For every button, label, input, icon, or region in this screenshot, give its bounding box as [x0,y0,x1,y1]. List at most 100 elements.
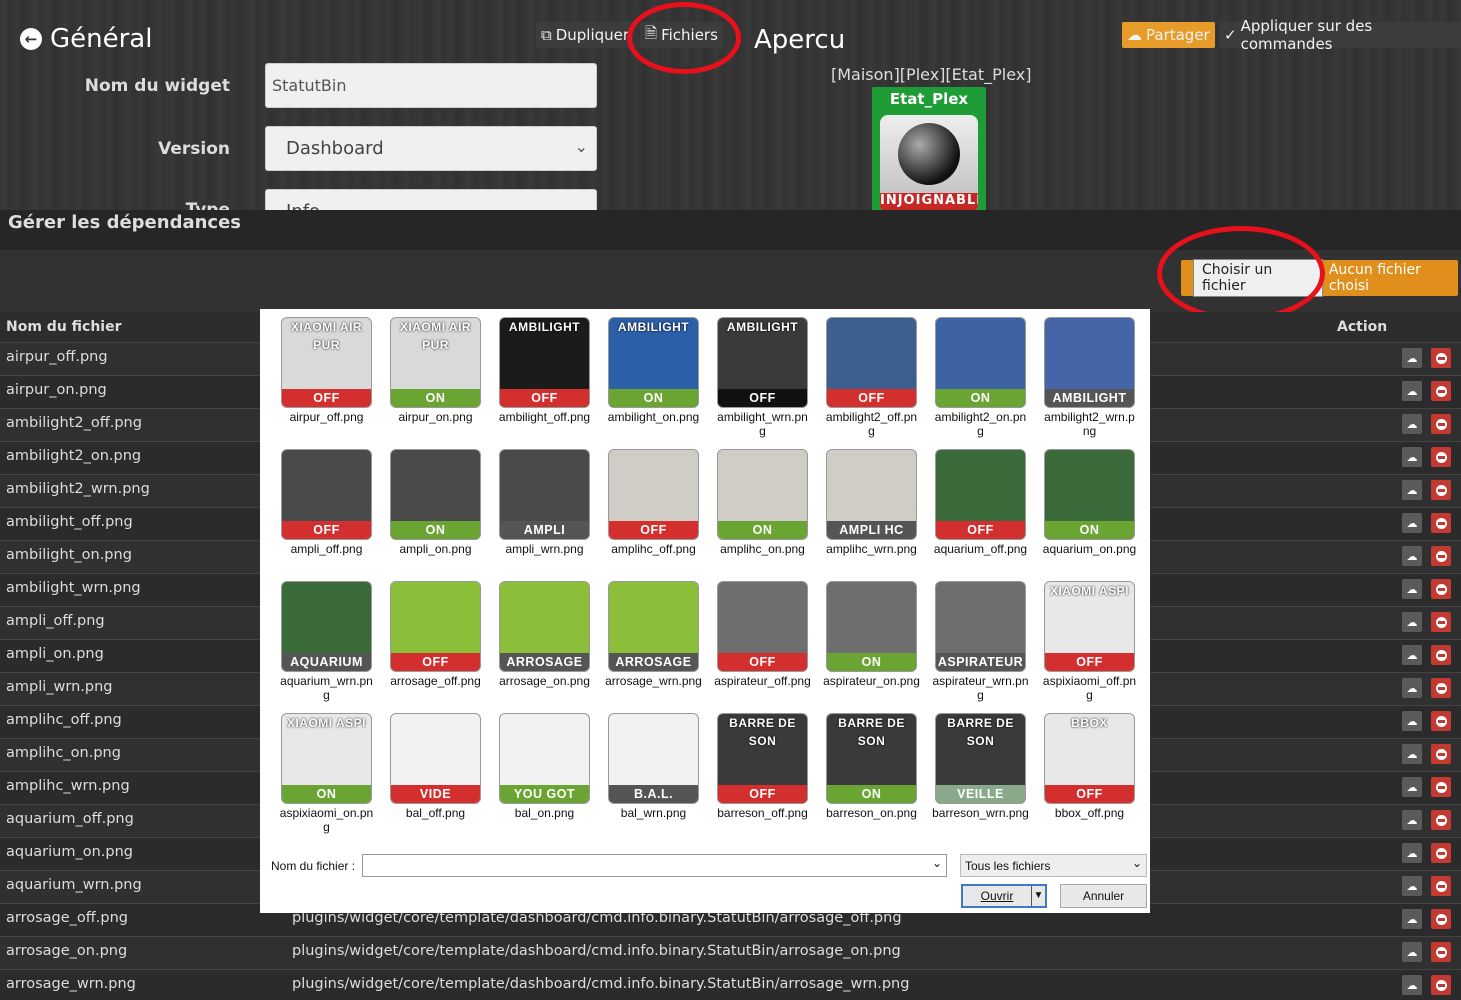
file-thumbnail[interactable]: AMPLI HC amplihc_wrn.png [823,447,932,579]
file-thumbnail[interactable]: B.A.L. bal_wrn.png [605,711,714,843]
file-thumbnail[interactable]: OFF arrosage_off.png [387,579,496,711]
file-thumbnail[interactable]: XIAOMI AIR PUR ON airpur_on.png [387,315,496,447]
file-thumbnail[interactable]: OFF ambilight2_off.png [823,315,932,447]
back-button[interactable]: ← Général [20,24,152,54]
file-label: amplihc_off.png [611,542,696,556]
cloud-download-icon[interactable]: ☁ [1402,645,1422,665]
remove-icon[interactable] [1431,843,1451,863]
duplicate-button[interactable]: ⧉ Dupliquer [536,22,635,48]
remove-icon[interactable] [1431,810,1451,830]
filename-input[interactable] [362,854,947,877]
duplicate-label: Dupliquer [555,26,630,44]
file-type-filter[interactable]: Tous les fichiers [960,854,1147,877]
file-thumbnail[interactable]: OFF aspirateur_off.png [714,579,823,711]
cloud-download-icon[interactable]: ☁ [1402,777,1422,797]
file-thumbnail[interactable]: ARROSAGE arrosage_on.png [496,579,605,711]
file-thumbnail[interactable]: AMBILIGHT OFF ambilight_wrn.png [714,315,823,447]
remove-icon[interactable] [1431,381,1451,401]
file-thumbnail[interactable]: AMBILIGHT ON ambilight_on.png [605,315,714,447]
widget-name-label: Nom du widget [84,76,230,96]
remove-icon[interactable] [1431,513,1451,533]
cloud-download-icon[interactable]: ☁ [1402,843,1422,863]
image-file-icon: ON [390,449,481,540]
type-select[interactable]: Info [265,189,597,210]
widget-name-input[interactable]: StatutBin [265,63,597,108]
file-thumbnail[interactable]: AQUARIUM aquarium_wrn.png [278,579,387,711]
file-thumbnail[interactable]: YOU GOT MAIL bal_on.png [496,711,605,843]
file-thumbnail[interactable]: OFF ampli_off.png [278,447,387,579]
cloud-download-icon[interactable]: ☁ [1402,579,1422,599]
file-thumbnail[interactable]: ON ampli_on.png [387,447,496,579]
cloud-download-icon[interactable]: ☁ [1402,678,1422,698]
image-file-icon: XIAOMI ASPI ON [281,713,372,804]
remove-icon[interactable] [1431,909,1451,929]
file-thumbnail[interactable]: OFF aquarium_off.png [932,447,1041,579]
cloud-download-icon[interactable]: ☁ [1402,942,1422,962]
remove-icon[interactable] [1431,414,1451,434]
file-thumbnail[interactable]: ASPIRATEUR aspirateur_wrn.png [932,579,1041,711]
remove-icon[interactable] [1431,579,1451,599]
file-thumbnail[interactable]: AMPLI ampli_wrn.png [496,447,605,579]
file-thumbnail[interactable]: AMBILIGHT OFF ambilight_off.png [496,315,605,447]
file-thumbnail[interactable]: BARRE DE SON ON barreson_on.png [823,711,932,843]
file-thumbnail[interactable]: BBOX OFF bbox_off.png [1041,711,1150,843]
file-thumbnail[interactable]: ON aquarium_on.png [1041,447,1150,579]
open-button[interactable]: Ouvrir ▼ [961,884,1047,908]
cloud-download-icon[interactable]: ☁ [1402,975,1422,995]
cloud-download-icon[interactable]: ☁ [1402,711,1422,731]
file-name: ampli_off.png [6,613,105,629]
file-thumbnail[interactable]: OFF amplihc_off.png [605,447,714,579]
thumb-top-text: XIAOMI ASPI [286,716,367,730]
file-name: airpur_off.png [6,349,108,365]
file-thumbnail[interactable]: XIAOMI ASPI ON aspixiaomi_on.png [278,711,387,843]
cloud-download-icon[interactable]: ☁ [1402,480,1422,500]
version-select[interactable]: Dashboard [265,126,597,171]
cloud-download-icon[interactable]: ☁ [1402,414,1422,434]
file-thumbnail[interactable]: ARROSAGE arrosage_wrn.png [605,579,714,711]
cloud-download-icon[interactable]: ☁ [1402,381,1422,401]
file-name: ambilight_on.png [6,547,132,563]
file-thumbnail[interactable]: ON aspirateur_on.png [823,579,932,711]
apply-to-commands-button[interactable]: ✓ Appliquer sur des commandes [1219,17,1461,53]
chevron-down-icon[interactable]: ▼ [1031,886,1045,906]
file-thumbnail[interactable]: ON amplihc_on.png [714,447,823,579]
share-button[interactable]: ☁ Partager [1122,22,1215,48]
file-thumbnail[interactable]: BARRE DE SON OFF barreson_off.png [714,711,823,843]
image-file-icon: ON [935,317,1026,408]
file-name: aquarium_wrn.png [6,877,142,893]
file-thumbnail[interactable]: ON ambilight2_on.png [932,315,1041,447]
remove-icon[interactable] [1431,612,1451,632]
thumb-top-text: BBOX [1071,716,1108,730]
remove-icon[interactable] [1431,348,1451,368]
remove-icon[interactable] [1431,480,1451,500]
remove-icon[interactable] [1431,447,1451,467]
file-thumbnail[interactable]: AMBILIGHT ambilight2_wrn.png [1041,315,1150,447]
file-thumbnail[interactable]: XIAOMI AIR PUR OFF airpur_off.png [278,315,387,447]
file-name: ampli_wrn.png [6,679,113,695]
cloud-download-icon[interactable]: ☁ [1402,447,1422,467]
thumb-state-text: OFF [718,653,807,671]
remove-icon[interactable] [1431,546,1451,566]
cloud-download-icon[interactable]: ☁ [1402,876,1422,896]
cloud-download-icon[interactable]: ☁ [1402,546,1422,566]
remove-icon[interactable] [1431,744,1451,764]
file-label: bbox_off.png [1054,806,1125,820]
file-thumbnail[interactable]: VIDE bal_off.png [387,711,496,843]
remove-icon[interactable] [1431,942,1451,962]
cloud-download-icon[interactable]: ☁ [1402,612,1422,632]
cloud-download-icon[interactable]: ☁ [1402,744,1422,764]
file-thumbnail[interactable]: XIAOMI ASPI OFF aspixiaomi_off.png [1041,579,1150,711]
remove-icon[interactable] [1431,711,1451,731]
file-label: aspirateur_wrn.png [932,674,1029,702]
cloud-download-icon[interactable]: ☁ [1402,513,1422,533]
cloud-download-icon[interactable]: ☁ [1402,810,1422,830]
remove-icon[interactable] [1431,876,1451,896]
remove-icon[interactable] [1431,678,1451,698]
cancel-button[interactable]: Annuler [1060,884,1147,908]
cloud-download-icon[interactable]: ☁ [1402,348,1422,368]
file-thumbnail[interactable]: BARRE DE SON VEILLE barreson_wrn.png [932,711,1041,843]
remove-icon[interactable] [1431,975,1451,995]
remove-icon[interactable] [1431,777,1451,797]
remove-icon[interactable] [1431,645,1451,665]
cloud-download-icon[interactable]: ☁ [1402,909,1422,929]
